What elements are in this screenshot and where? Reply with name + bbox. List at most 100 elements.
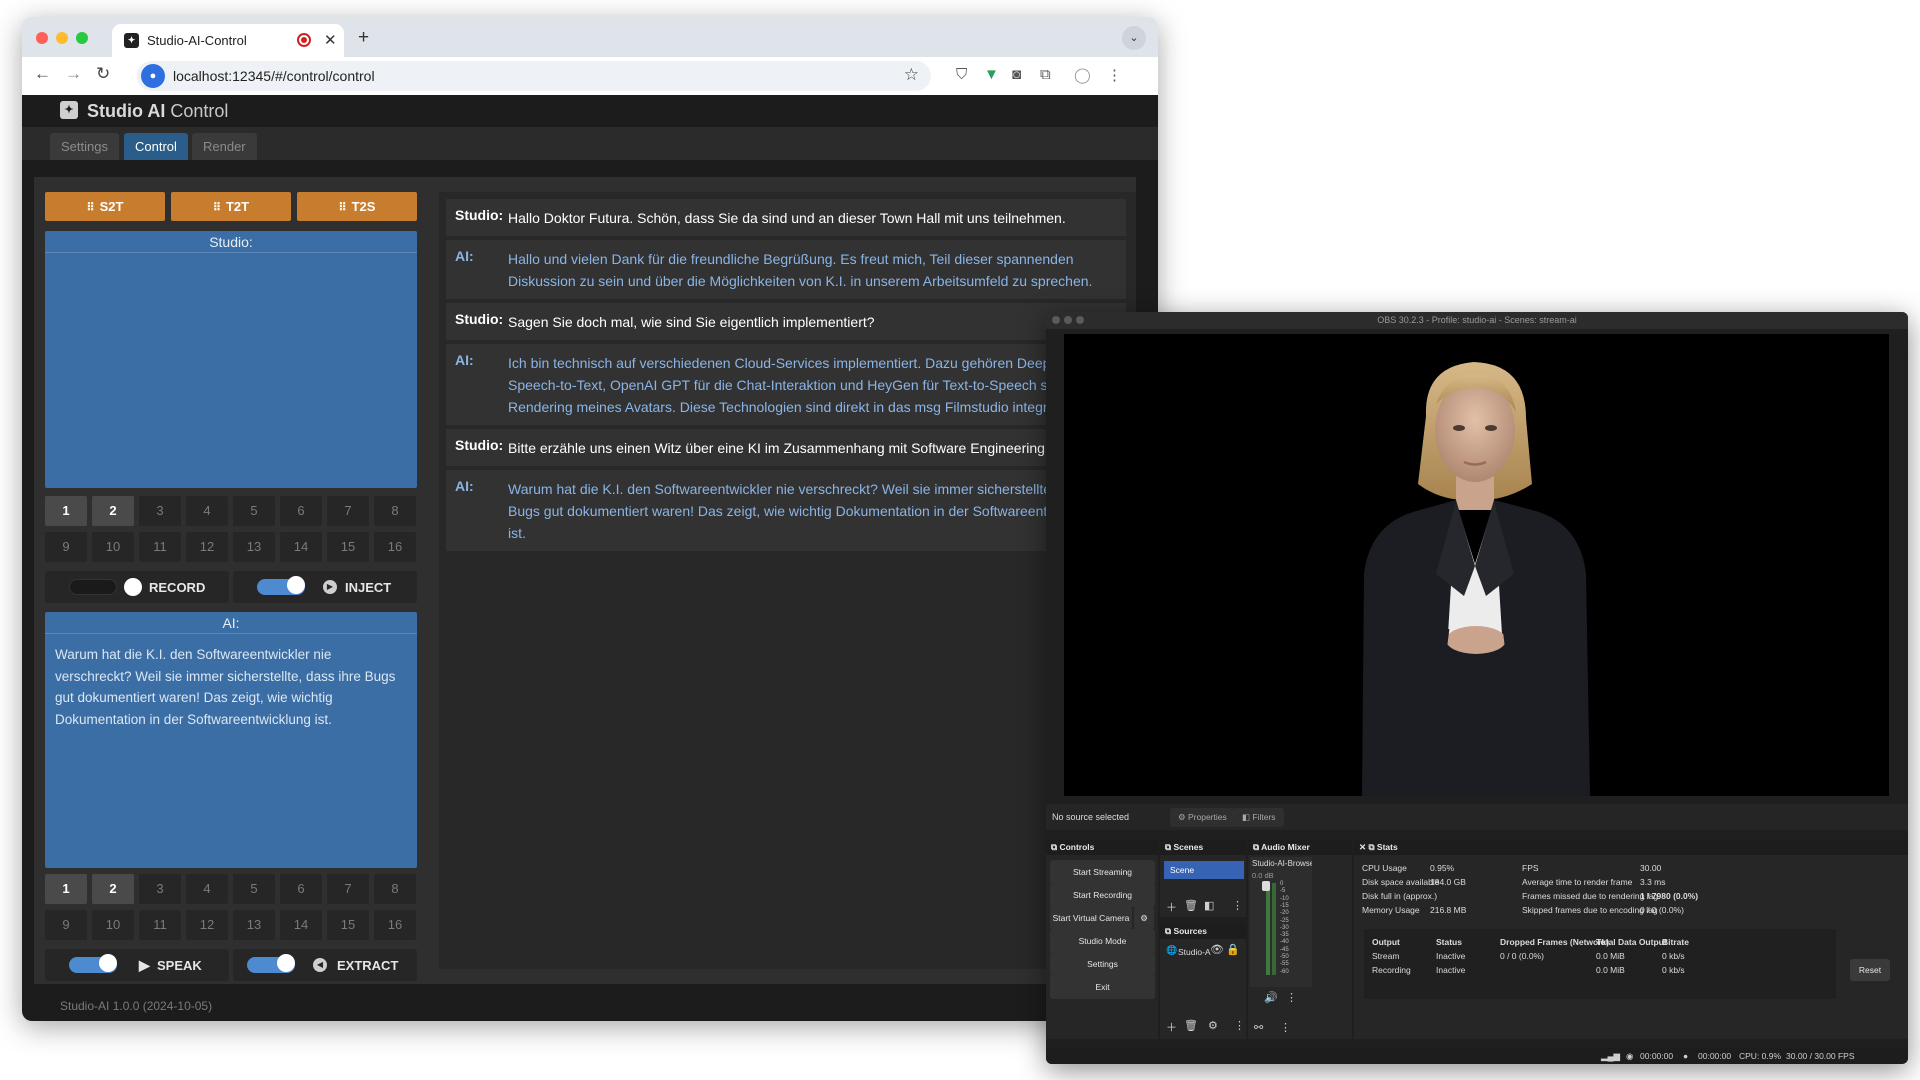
scene-filter-icon[interactable]: ◧ bbox=[1204, 899, 1214, 912]
filters-button[interactable]: ◧ Filters bbox=[1234, 808, 1284, 827]
studio-number-5[interactable]: 5 bbox=[233, 496, 275, 526]
remove-source-icon[interactable]: 🗑 bbox=[1184, 1019, 1198, 1032]
minimize-window-button[interactable] bbox=[56, 32, 68, 44]
extract-toggle[interactable]: ◀ EXTRACT bbox=[233, 949, 417, 981]
tab-settings[interactable]: Settings bbox=[50, 133, 119, 160]
studio-number-9[interactable]: 9 bbox=[45, 532, 87, 562]
studio-number-7[interactable]: 7 bbox=[327, 496, 369, 526]
reload-icon[interactable]: ↻ bbox=[96, 64, 110, 84]
source-item[interactable]: Studio-A bbox=[1178, 947, 1211, 957]
scene-menu-icon[interactable]: ⋮ bbox=[1232, 899, 1243, 912]
speak-switch[interactable] bbox=[69, 954, 117, 973]
studio-number-15[interactable]: 15 bbox=[327, 532, 369, 562]
new-tab-button[interactable]: + bbox=[358, 27, 369, 49]
ai-number-9[interactable]: 9 bbox=[45, 910, 87, 940]
inject-toggle[interactable]: ▶ INJECT bbox=[233, 571, 417, 603]
ai-number-3[interactable]: 3 bbox=[139, 874, 181, 904]
extract-switch[interactable] bbox=[247, 954, 295, 973]
microphone-icon[interactable]: ● bbox=[141, 64, 165, 88]
ai-number-10[interactable]: 10 bbox=[92, 910, 134, 940]
camera-extension-icon[interactable]: ◙ bbox=[1012, 66, 1021, 83]
volume-fader[interactable] bbox=[1262, 881, 1270, 891]
studio-number-10[interactable]: 10 bbox=[92, 532, 134, 562]
record-toggle[interactable]: RECORD bbox=[45, 571, 229, 603]
studio-number-3[interactable]: 3 bbox=[139, 496, 181, 526]
settings-button[interactable]: Settings bbox=[1050, 952, 1155, 976]
add-scene-icon[interactable]: ＋ bbox=[1166, 899, 1177, 915]
studio-number-1[interactable]: 1 bbox=[45, 496, 87, 526]
t2s-button[interactable]: ⠿ T2S bbox=[297, 192, 417, 221]
mixer-link-icon[interactable]: ⚯ bbox=[1254, 1021, 1263, 1034]
exit-button[interactable]: Exit bbox=[1050, 975, 1155, 999]
studio-number-6[interactable]: 6 bbox=[280, 496, 322, 526]
start-recording-button[interactable]: Start Recording bbox=[1050, 883, 1155, 907]
studio-number-12[interactable]: 12 bbox=[186, 532, 228, 562]
ai-number-16[interactable]: 16 bbox=[374, 910, 416, 940]
ai-number-6[interactable]: 6 bbox=[280, 874, 322, 904]
browser-tab[interactable]: ✦ Studio-AI-Control ✕ bbox=[112, 24, 344, 57]
studio-mode-button[interactable]: Studio Mode bbox=[1050, 929, 1155, 953]
maximize-window-button[interactable] bbox=[76, 32, 88, 44]
back-arrow-icon[interactable]: ← bbox=[34, 64, 51, 84]
gear-icon: ⚙ bbox=[1178, 812, 1188, 822]
ai-number-4[interactable]: 4 bbox=[186, 874, 228, 904]
ai-number-7[interactable]: 7 bbox=[327, 874, 369, 904]
studio-number-2[interactable]: 2 bbox=[92, 496, 134, 526]
studio-number-16[interactable]: 16 bbox=[374, 532, 416, 562]
address-bar[interactable]: ● localhost:12345/#/control/control ☆ bbox=[137, 61, 931, 91]
record-switch[interactable] bbox=[69, 578, 142, 596]
url-text[interactable]: localhost:12345/#/control/control bbox=[173, 68, 375, 84]
profile-avatar-icon[interactable]: ◯ bbox=[1074, 66, 1091, 84]
ai-number-14[interactable]: 14 bbox=[280, 910, 322, 940]
studio-text-panel[interactable]: Studio: bbox=[45, 231, 417, 488]
obs-preview[interactable] bbox=[1064, 334, 1889, 796]
remove-scene-icon[interactable]: 🗑 bbox=[1184, 899, 1198, 912]
ai-number-13[interactable]: 13 bbox=[233, 910, 275, 940]
scene-item[interactable]: Scene bbox=[1164, 861, 1244, 879]
ai-number-12[interactable]: 12 bbox=[186, 910, 228, 940]
speaker-icon[interactable]: 🔊 bbox=[1264, 991, 1278, 1004]
s2t-button[interactable]: ⠿ S2T bbox=[45, 192, 165, 221]
lock-icon[interactable]: 🔒 bbox=[1226, 943, 1240, 956]
ai-number-8[interactable]: 8 bbox=[374, 874, 416, 904]
ai-number-1[interactable]: 1 bbox=[45, 874, 87, 904]
start-virtual-camera-button[interactable]: Start Virtual Camera bbox=[1050, 906, 1132, 930]
start-streaming-button[interactable]: Start Streaming bbox=[1050, 860, 1155, 884]
extensions-puzzle-icon[interactable]: ⧉ bbox=[1040, 66, 1051, 83]
source-gear-icon[interactable]: ⚙ bbox=[1208, 1019, 1218, 1032]
forward-arrow-icon[interactable]: → bbox=[65, 64, 82, 84]
shield-extension-icon[interactable]: ⛉ bbox=[956, 66, 967, 83]
mixer-menu-icon[interactable]: ⋮ bbox=[1286, 991, 1297, 1004]
studio-number-14[interactable]: 14 bbox=[280, 532, 322, 562]
inject-switch[interactable] bbox=[257, 576, 305, 595]
properties-button[interactable]: ⚙ Properties bbox=[1170, 808, 1235, 827]
close-window-button[interactable] bbox=[36, 32, 48, 44]
ai-number-5[interactable]: 5 bbox=[233, 874, 275, 904]
visibility-eye-icon[interactable]: 👁 bbox=[1210, 943, 1224, 956]
tab-render[interactable]: Render bbox=[192, 133, 257, 160]
ai-number-11[interactable]: 11 bbox=[139, 910, 181, 940]
mixer-menu-icon[interactable]: ⋮ bbox=[1280, 1021, 1291, 1034]
studio-number-13[interactable]: 13 bbox=[233, 532, 275, 562]
add-source-icon[interactable]: ＋ bbox=[1166, 1019, 1177, 1035]
ai-text-panel[interactable]: AI: Warum hat die K.I. den Softwareentwi… bbox=[45, 612, 417, 868]
studio-text-area[interactable] bbox=[45, 253, 417, 273]
ai-number-2[interactable]: 2 bbox=[92, 874, 134, 904]
studio-number-4[interactable]: 4 bbox=[186, 496, 228, 526]
browser-menu-icon[interactable]: ⋮ bbox=[1107, 66, 1122, 84]
studio-number-11[interactable]: 11 bbox=[139, 532, 181, 562]
source-menu-icon[interactable]: ⋮ bbox=[1234, 1019, 1245, 1032]
virtual-camera-gear-icon[interactable]: ⚙ bbox=[1134, 906, 1154, 930]
ai-text-area[interactable]: Warum hat die K.I. den Softwareentwickle… bbox=[45, 634, 417, 740]
bookmark-star-icon[interactable]: ☆ bbox=[904, 65, 919, 85]
tab-close-icon[interactable]: ✕ bbox=[324, 31, 337, 49]
studio-number-8[interactable]: 8 bbox=[374, 496, 416, 526]
reset-stats-button[interactable]: Reset bbox=[1850, 959, 1890, 981]
t2t-button[interactable]: ⠿ T2T bbox=[171, 192, 291, 221]
tab-control[interactable]: Control bbox=[124, 133, 188, 160]
message-line: Ich bin technisch auf verschiedenen Clou… bbox=[508, 355, 1051, 371]
ai-number-15[interactable]: 15 bbox=[327, 910, 369, 940]
speak-toggle[interactable]: ▶ SPEAK bbox=[45, 949, 229, 981]
tab-search-chevron-icon[interactable]: ⌄ bbox=[1122, 26, 1146, 50]
vue-extension-icon[interactable]: ▼ bbox=[984, 66, 999, 83]
